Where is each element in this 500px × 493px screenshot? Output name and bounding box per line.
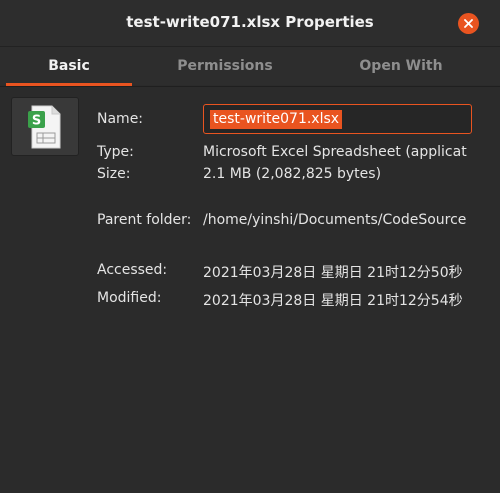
type-value: Microsoft Excel Spreadsheet (applicat xyxy=(203,144,467,160)
name-label: Name: xyxy=(97,111,144,127)
tab-basic[interactable]: Basic xyxy=(6,47,132,85)
divider xyxy=(0,86,500,87)
size-value: 2.1 MB (2,082,825 bytes) xyxy=(203,166,382,182)
title-bar: test-write071.xlsx Properties xyxy=(0,0,500,47)
name-field-value: test-write071.xlsx xyxy=(210,110,343,129)
window-title: test-write071.xlsx Properties xyxy=(126,13,374,31)
close-icon xyxy=(464,19,473,28)
close-button[interactable] xyxy=(458,13,479,34)
tab-permissions[interactable]: Permissions xyxy=(160,47,290,85)
modified-label: Modified: xyxy=(97,290,162,306)
svg-text:S: S xyxy=(32,114,41,129)
name-field[interactable]: test-write071.xlsx xyxy=(203,104,472,134)
parent-folder-label: Parent folder: xyxy=(97,212,192,228)
accessed-value: 2021年03月28日 星期日 21时12分50秒 xyxy=(203,265,463,281)
type-label: Type: xyxy=(97,144,134,160)
tab-bar: Basic Permissions Open With xyxy=(0,47,500,85)
modified-value: 2021年03月28日 星期日 21时12分54秒 xyxy=(203,293,463,309)
accessed-label: Accessed: xyxy=(97,262,168,278)
parent-folder-value: /home/yinshi/Documents/CodeSource xyxy=(203,212,467,228)
size-label: Size: xyxy=(97,166,131,182)
spreadsheet-file-icon: S xyxy=(28,105,61,149)
file-icon-button[interactable]: S xyxy=(11,97,79,156)
tab-open-with[interactable]: Open With xyxy=(336,47,466,85)
